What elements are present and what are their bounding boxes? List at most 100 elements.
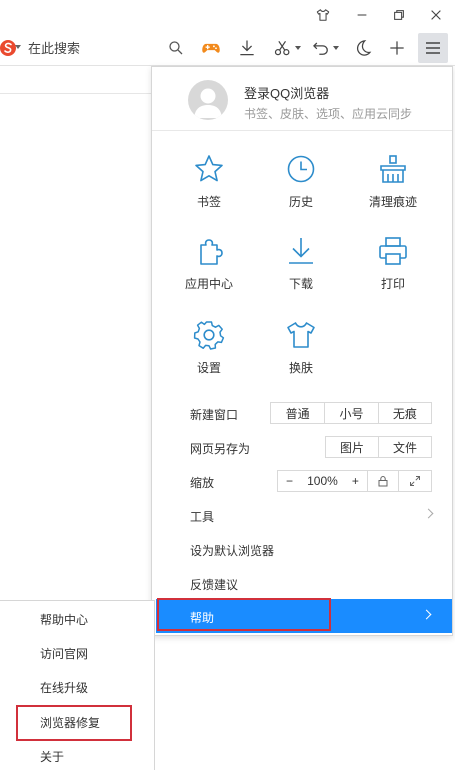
new-window-options: 普通 小号 无痕 bbox=[270, 402, 432, 424]
chevron-right-icon bbox=[423, 508, 434, 519]
grid-item-label: 打印 bbox=[380, 277, 405, 291]
save-as-options: 图片 文件 bbox=[325, 436, 432, 458]
grid-item-app-center[interactable]: 应用中心 bbox=[169, 235, 249, 305]
search-engine-dropdown-icon[interactable] bbox=[15, 45, 21, 49]
grid-item-clear-traces[interactable]: 清理痕迹 bbox=[353, 153, 433, 223]
screenshot-button[interactable] bbox=[270, 36, 304, 60]
new-window-row: 新建窗口 普通 小号 无痕 bbox=[152, 396, 452, 430]
save-as-image-button[interactable]: 图片 bbox=[326, 437, 378, 457]
grid-item-print[interactable]: 打印 bbox=[353, 235, 433, 305]
save-as-row: 网页另存为 图片 文件 bbox=[152, 430, 452, 464]
submenu-item-label: 在线升级 bbox=[40, 681, 89, 695]
help-highlight-box bbox=[157, 598, 331, 631]
set-default-browser-item[interactable]: 设为默认浏览器 bbox=[152, 532, 452, 566]
fullscreen-button[interactable] bbox=[398, 471, 431, 491]
submenu-item-label: 帮助中心 bbox=[40, 613, 89, 627]
scissors-icon bbox=[274, 40, 290, 56]
lock-icon bbox=[378, 475, 388, 487]
grid-item-label: 历史 bbox=[288, 195, 313, 209]
login-subtitle: 书签、皮肤、选项、应用云同步 bbox=[244, 107, 413, 121]
page-divider bbox=[0, 93, 151, 94]
zoom-level: 100% bbox=[307, 474, 338, 488]
shirt-icon bbox=[287, 322, 315, 348]
save-as-label: 网页另存为 bbox=[190, 442, 251, 456]
feedback-item[interactable]: 反馈建议 bbox=[152, 566, 452, 600]
search-input[interactable] bbox=[28, 38, 158, 58]
zoom-controls: − 100% + bbox=[277, 470, 432, 492]
search-icon[interactable] bbox=[168, 40, 184, 56]
main-menu-panel: 登录QQ浏览器 书签、皮肤、选项、应用云同步 书签 历史 清理痕迹 应用中心 下… bbox=[151, 66, 453, 636]
submenu-help-center[interactable]: 帮助中心 bbox=[0, 601, 154, 635]
title-bar bbox=[0, 0, 455, 30]
zoom-lock-button[interactable] bbox=[366, 471, 399, 491]
gamepad-icon bbox=[202, 43, 220, 53]
minimize-icon bbox=[357, 14, 367, 16]
close-button[interactable] bbox=[418, 0, 454, 30]
tools-menu-item[interactable]: 工具 bbox=[152, 498, 452, 532]
gear-icon bbox=[193, 321, 225, 350]
help-submenu: 帮助中心 访问官网 在线升级 浏览器修复 关于 bbox=[0, 600, 155, 770]
save-as-file-button[interactable]: 文件 bbox=[378, 437, 431, 457]
grid-item-history[interactable]: 历史 bbox=[261, 153, 341, 223]
close-icon bbox=[431, 10, 441, 20]
zoom-row: 缩放 − 100% + bbox=[152, 464, 452, 498]
clock-icon bbox=[287, 155, 315, 183]
game-button[interactable] bbox=[198, 36, 224, 60]
hamburger-menu-icon bbox=[426, 42, 440, 54]
skin-shirt-button[interactable] bbox=[305, 0, 341, 30]
submenu-item-label: 关于 bbox=[40, 750, 65, 764]
shirt-icon bbox=[316, 9, 330, 21]
feedback-label: 反馈建议 bbox=[190, 578, 239, 592]
new-tab-button[interactable] bbox=[384, 36, 410, 60]
undo-icon bbox=[313, 42, 328, 55]
chevron-right-icon bbox=[421, 609, 432, 620]
avatar[interactable] bbox=[188, 80, 228, 120]
grid-item-change-skin[interactable]: 换肤 bbox=[261, 319, 341, 389]
user-silhouette-icon bbox=[194, 88, 222, 118]
zoom-in-button[interactable]: + bbox=[352, 474, 359, 488]
grid-item-label: 下载 bbox=[288, 277, 313, 291]
night-mode-button[interactable] bbox=[350, 36, 376, 60]
main-menu-button[interactable] bbox=[418, 33, 448, 63]
grid-item-label: 清理痕迹 bbox=[368, 195, 417, 209]
minimize-button[interactable] bbox=[344, 0, 380, 30]
star-icon bbox=[195, 155, 223, 182]
grid-item-label: 设置 bbox=[196, 361, 221, 375]
restore-button[interactable] bbox=[381, 0, 417, 30]
grid-item-label: 换肤 bbox=[288, 361, 313, 375]
new-window-small-button[interactable]: 小号 bbox=[324, 403, 377, 423]
chevron-down-icon bbox=[333, 46, 339, 50]
expand-icon bbox=[410, 476, 421, 486]
grid-item-settings[interactable]: 设置 bbox=[169, 319, 249, 389]
submenu-visit-website[interactable]: 访问官网 bbox=[0, 635, 154, 669]
new-window-label: 新建窗口 bbox=[190, 408, 239, 422]
broom-icon bbox=[380, 155, 406, 183]
new-window-normal-button[interactable]: 普通 bbox=[271, 403, 324, 423]
grid-item-bookmarks[interactable]: 书签 bbox=[169, 153, 249, 223]
grid-item-label: 应用中心 bbox=[184, 277, 233, 291]
restore-icon bbox=[394, 10, 404, 20]
zoom-label: 缩放 bbox=[190, 476, 215, 490]
grid-item-label: 书签 bbox=[196, 195, 221, 209]
set-default-browser-label: 设为默认浏览器 bbox=[190, 544, 275, 558]
zoom-out-button[interactable]: − bbox=[286, 474, 293, 488]
toolbar bbox=[0, 30, 455, 66]
account-login-area[interactable]: 登录QQ浏览器 书签、皮肤、选项、应用云同步 bbox=[152, 67, 452, 131]
download-icon bbox=[289, 238, 313, 264]
grid-item-downloads[interactable]: 下载 bbox=[261, 235, 341, 305]
chevron-down-icon bbox=[295, 46, 301, 50]
printer-icon bbox=[379, 237, 407, 265]
browser-repair-highlight-box bbox=[16, 705, 132, 741]
tools-label: 工具 bbox=[190, 510, 215, 524]
undo-button[interactable] bbox=[308, 36, 342, 60]
login-title[interactable]: 登录QQ浏览器 bbox=[244, 83, 329, 102]
submenu-online-upgrade[interactable]: 在线升级 bbox=[0, 669, 154, 703]
submenu-about[interactable]: 关于 bbox=[0, 738, 154, 770]
moon-icon bbox=[356, 40, 372, 56]
submenu-item-label: 访问官网 bbox=[40, 647, 89, 661]
download-toolbar-button[interactable] bbox=[234, 36, 260, 60]
download-icon bbox=[240, 40, 254, 56]
zoom-value-group: − 100% + bbox=[278, 471, 367, 491]
plus-icon bbox=[390, 41, 404, 55]
new-window-incognito-button[interactable]: 无痕 bbox=[377, 403, 431, 423]
